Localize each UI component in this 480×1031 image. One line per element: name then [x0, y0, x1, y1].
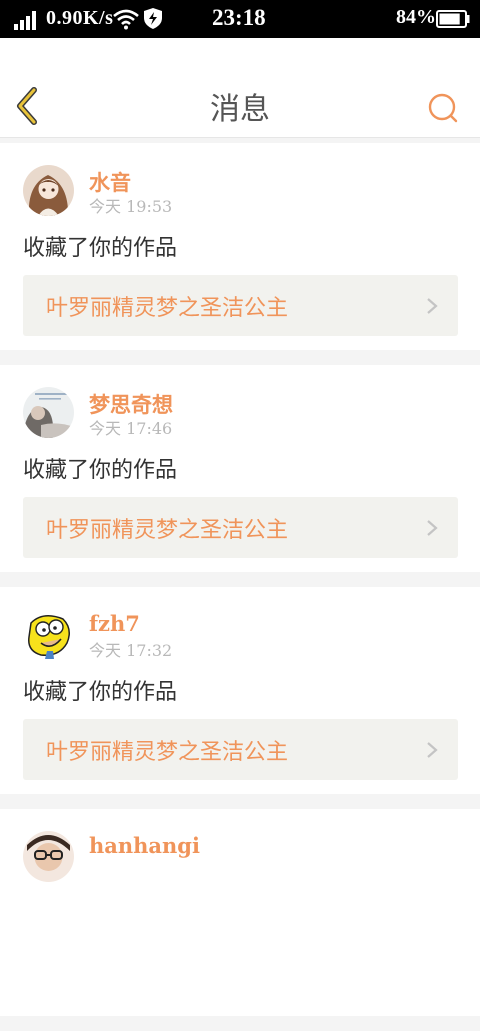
work-link[interactable]: 叶罗丽精灵梦之圣洁公主: [23, 497, 458, 558]
message-card: 水音 今天 19:53 收藏了你的作品 叶罗丽精灵梦之圣洁公主: [0, 143, 480, 350]
search-icon: [428, 93, 458, 123]
battery-percent: 84%: [396, 6, 436, 28]
message-card: fzh7 今天 17:32 收藏了你的作品 叶罗丽精灵梦之圣洁公主: [0, 587, 480, 794]
status-bar: 0.90K/s 23:18 84%: [0, 0, 480, 38]
work-title: 叶罗丽精灵梦之圣洁公主: [46, 740, 289, 765]
search-button[interactable]: [424, 90, 460, 126]
avatar-image: [23, 165, 74, 216]
avatar-image: [23, 831, 74, 882]
message-card: hanhangi: [0, 809, 480, 1016]
wifi-icon: [113, 9, 139, 30]
username[interactable]: hanhangi: [89, 833, 200, 858]
timestamp: 今天 17:32: [89, 641, 173, 660]
avatar[interactable]: [23, 387, 74, 438]
message-card: 梦思奇想 今天 17:46 收藏了你的作品 叶罗丽精灵梦之圣洁公主: [0, 365, 480, 572]
work-title: 叶罗丽精灵梦之圣洁公主: [46, 296, 289, 321]
network-speed: 0.90K/s: [46, 7, 114, 29]
chevron-right-icon: [427, 298, 438, 314]
clock: 23:18: [212, 5, 266, 30]
signal-icon: [14, 11, 36, 30]
app-header: 消息: [0, 38, 480, 138]
username[interactable]: fzh7: [89, 611, 140, 636]
shield-icon: [144, 8, 162, 29]
battery-icon: [436, 10, 470, 28]
timestamp: 今天 17:46: [89, 419, 173, 438]
avatar-image: [23, 387, 74, 438]
avatar[interactable]: [23, 165, 74, 216]
work-link[interactable]: 叶罗丽精灵梦之圣洁公主: [23, 275, 458, 336]
avatar[interactable]: [23, 831, 74, 882]
timestamp: 今天 19:53: [89, 197, 173, 216]
work-title: 叶罗丽精灵梦之圣洁公主: [46, 518, 289, 543]
action-text: 收藏了你的作品: [23, 236, 178, 261]
message-list: 水音 今天 19:53 收藏了你的作品 叶罗丽精灵梦之圣洁公主 梦思奇想 今天 …: [0, 143, 480, 1031]
avatar[interactable]: [23, 609, 74, 660]
page-title: 消息: [210, 92, 270, 127]
avatar-image: [23, 609, 74, 660]
chevron-right-icon: [427, 742, 438, 758]
chevron-right-icon: [427, 520, 438, 536]
action-text: 收藏了你的作品: [23, 458, 178, 483]
action-text: 收藏了你的作品: [23, 680, 178, 705]
work-link[interactable]: 叶罗丽精灵梦之圣洁公主: [23, 719, 458, 780]
